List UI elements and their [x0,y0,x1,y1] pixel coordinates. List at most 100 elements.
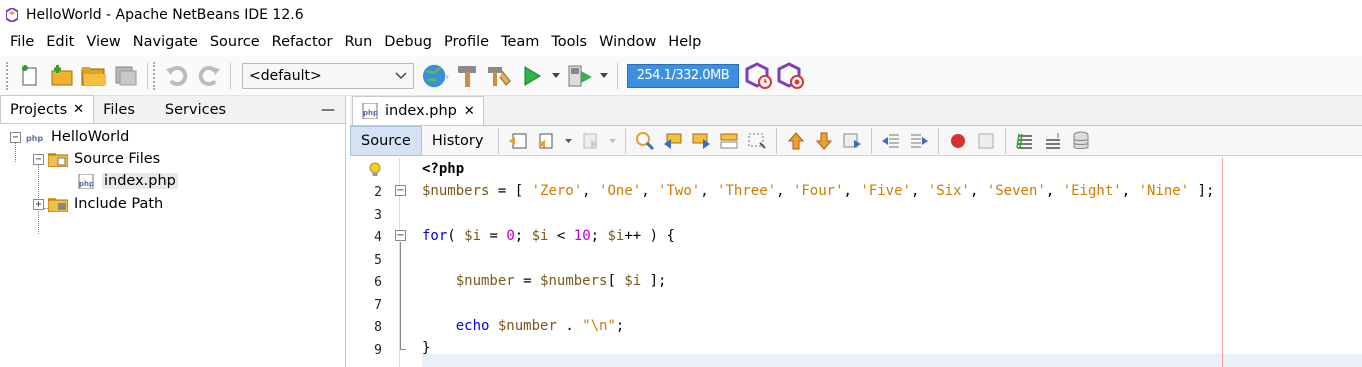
tab-projects[interactable]: Projects ✕ [0,95,95,123]
history-view-label: History [431,132,484,149]
main-toolbar: <default> 254.1/332.0MB [0,56,1362,96]
last-edit-button[interactable] [507,130,529,152]
menu-profile[interactable]: Profile [438,30,495,54]
toggle-bookmark-button[interactable] [841,130,863,152]
php-file-icon: php [78,173,94,189]
redo-button[interactable] [195,62,223,90]
debug-dropdown[interactable] [598,62,610,90]
collapse-icon[interactable]: − [33,153,44,165]
run-button[interactable] [518,62,546,90]
tab-projects-label: Projects [10,101,68,118]
chevron-down-icon [608,138,616,143]
close-icon[interactable]: ✕ [73,102,84,117]
start-macro-button[interactable] [947,130,969,152]
back-dropdown[interactable] [563,130,573,152]
code-editor[interactable]: 2 3 4 5 6 7 8 9 − − <?php $numbers = [ '… [350,158,1362,367]
title-bar: HelloWorld - Apache NetBeans IDE 12.6 [0,0,1362,30]
forward-dropdown[interactable] [607,130,617,152]
profile-button[interactable] [745,61,773,90]
save-all-button[interactable] [112,62,140,90]
source-view-button[interactable]: Source [350,125,422,156]
tree-node-source-files[interactable]: − Source Files [33,148,160,170]
tree-node-index-php[interactable]: php index.php [62,170,178,192]
lightbulb-icon[interactable] [369,162,381,178]
toolbar-separator [938,127,940,154]
tab-files[interactable]: Files [94,97,144,123]
tree-node-project[interactable]: − php HelloWorld [10,126,129,148]
database-button[interactable] [1070,130,1092,152]
minimize-icon[interactable]: — [321,97,335,123]
tab-files-label: Files [103,102,135,118]
play-icon [524,65,541,86]
configuration-value: <default> [249,67,322,84]
toolbar-separator [871,127,873,154]
tab-services[interactable]: Services [156,97,235,123]
fold-collapse-icon[interactable]: − [395,230,406,241]
tab-services-label: Services [164,102,227,118]
toolbar-separator [776,127,778,154]
undo-button[interactable] [163,62,191,90]
tree-node-include-path[interactable]: + Include Path [33,193,163,215]
editor-tab-label: index.php [385,103,457,119]
memory-indicator[interactable]: 254.1/332.0MB [627,63,739,88]
line-number: 7 [374,298,382,313]
toolbar-grip-2[interactable] [153,61,157,90]
new-project-button[interactable] [48,62,76,90]
expand-icon[interactable]: + [33,198,44,210]
comment-button[interactable] [1014,130,1036,152]
close-icon[interactable]: ✕ [464,104,475,119]
clean-build-button[interactable] [486,62,514,90]
find-button[interactable] [634,130,656,152]
bookmark-down-icon [816,132,833,150]
stop-macro-button[interactable] [975,130,997,152]
debug-button[interactable] [566,62,594,90]
menu-team[interactable]: Team [495,30,545,54]
shift-left-icon [882,134,900,147]
browser-button[interactable] [422,62,450,90]
find-next-button[interactable] [690,130,712,152]
shift-left-button[interactable] [880,130,902,152]
menu-tools[interactable]: Tools [545,30,593,54]
folder-icon [48,152,68,167]
line-number: 2 [374,185,382,200]
open-project-button[interactable] [80,62,108,90]
source-view-label: Source [361,132,411,149]
menu-view[interactable]: View [80,30,126,54]
toggle-highlight-button[interactable] [746,130,768,152]
toolbar-separator-2 [230,62,231,89]
fold-collapse-icon[interactable]: − [395,185,406,196]
open-folder-icon [81,66,106,85]
menu-window[interactable]: Window [593,30,662,54]
run-dropdown[interactable] [550,62,562,90]
find-previous-icon [664,133,682,149]
tab-index-php[interactable]: php index.php ✕ [352,96,484,125]
configuration-select[interactable]: <default> [242,62,414,89]
menu-refactor[interactable]: Refactor [266,30,339,54]
find-selection-button[interactable] [718,130,740,152]
menu-debug[interactable]: Debug [378,30,438,54]
history-view-button[interactable]: History [422,126,494,156]
uncomment-button[interactable] [1042,130,1064,152]
include-path-label: Include Path [74,196,164,212]
php-project-icon: php [25,131,45,143]
toolbar-grip[interactable] [6,61,10,90]
menu-edit[interactable]: Edit [40,30,80,54]
chevron-down-icon [564,138,572,143]
menu-help[interactable]: Help [662,30,707,54]
new-project-icon [51,64,73,85]
find-previous-button[interactable] [662,130,684,152]
back-button[interactable] [535,130,557,152]
stop-profile-button[interactable] [777,61,805,90]
forward-button[interactable] [579,130,601,152]
menu-navigate[interactable]: Navigate [127,30,204,54]
new-file-button[interactable] [16,62,44,90]
collapse-icon[interactable]: − [10,131,21,143]
menu-source[interactable]: Source [204,30,266,54]
previous-bookmark-button[interactable] [785,130,807,152]
build-button[interactable] [454,62,482,90]
menu-file[interactable]: File [4,30,40,54]
shift-right-button[interactable] [908,130,930,152]
next-bookmark-button[interactable] [813,130,835,152]
menu-run[interactable]: Run [338,30,378,54]
bookmark-up-icon [788,131,805,149]
